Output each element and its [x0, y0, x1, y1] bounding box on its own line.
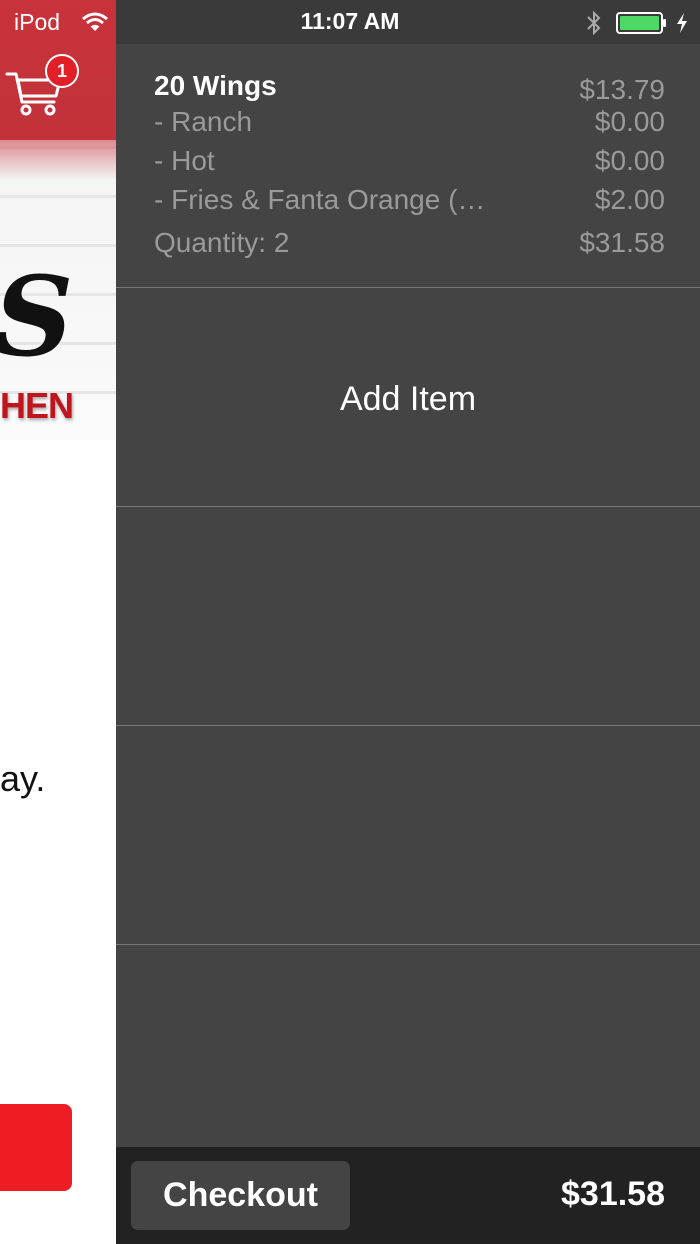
charging-icon: [677, 13, 687, 33]
checkout-button[interactable]: Checkout: [131, 1161, 350, 1230]
logo-letter: S: [0, 252, 74, 381]
background-app: 1 S HEN ay.: [0, 0, 116, 1244]
cart-total: $31.58: [561, 1175, 665, 1213]
item-line-total: $31.58: [579, 227, 665, 258]
background-action-button[interactable]: [0, 1104, 72, 1191]
item-price: $13.79: [579, 74, 665, 105]
item-option-label: - Hot: [154, 145, 215, 176]
item-name: 20 Wings: [154, 70, 277, 101]
item-option-price: $0.00: [594, 106, 665, 137]
item-option-row: - Fries & Fanta Orange (… $2.00: [154, 184, 665, 218]
item-option-price: $0.00: [594, 145, 665, 176]
item-quantity: Quantity: 2: [154, 227, 290, 258]
item-option-price: $2.00: [594, 184, 665, 215]
item-header-row: 20 Wings $13.79: [154, 70, 665, 105]
add-item-label: Add Item: [339, 380, 477, 418]
header-glow: [0, 140, 116, 180]
bluetooth-icon: [587, 10, 601, 36]
cart-panel: 20 Wings $13.79 - Ranch $0.00 - Hot $0.0…: [116, 44, 700, 1147]
item-option-label: - Fries & Fanta Orange (…: [154, 184, 486, 215]
add-item-button[interactable]: Add Item: [116, 288, 700, 507]
item-option-row: - Hot $0.00: [154, 145, 665, 179]
item-option-row: - Ranch $0.00: [154, 106, 665, 140]
item-option-label: - Ranch: [154, 106, 253, 137]
status-bar: iPod 11:07 AM: [0, 0, 700, 44]
battery-icon: [616, 12, 666, 34]
cart-footer: Checkout $31.58: [116, 1147, 700, 1244]
cart-badge: 1: [45, 54, 79, 88]
empty-cart-row: [116, 507, 700, 726]
logo-subtext: HEN: [0, 385, 74, 426]
empty-cart-row: [116, 726, 700, 945]
cart-item[interactable]: 20 Wings $13.79 - Ranch $0.00 - Hot $0.0…: [116, 44, 700, 288]
item-quantity-row: Quantity: 2 $31.58: [154, 227, 665, 261]
background-body-text: ay.: [0, 758, 46, 799]
